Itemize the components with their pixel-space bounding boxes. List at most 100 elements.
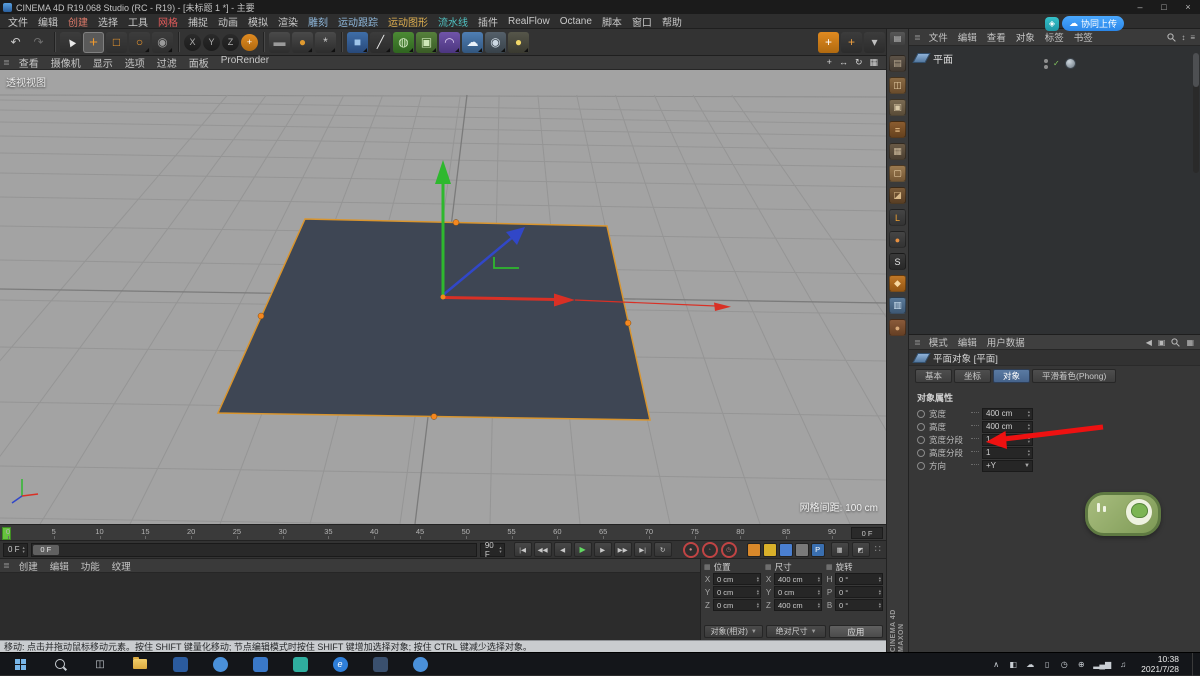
coordinate-field[interactable]: 0 °▴▾: [835, 573, 883, 585]
last-tool-icon[interactable]: ◉: [152, 32, 173, 53]
x-axis-handle[interactable]: [443, 298, 556, 300]
attribute-manager-menu-item[interactable]: 编辑: [953, 335, 982, 349]
material-menu-item[interactable]: 创建: [13, 559, 44, 573]
coordinate-field[interactable]: 0 °▴▾: [835, 586, 883, 598]
taskbar-app-icon-7[interactable]: [400, 653, 440, 676]
viewport-menu-item[interactable]: 查看: [13, 55, 45, 70]
workspace-add-icon[interactable]: +: [818, 32, 839, 53]
enable-check-icon[interactable]: ✓: [1053, 59, 1060, 68]
tray-cloud-icon[interactable]: ☁: [1025, 660, 1035, 669]
sort-icon[interactable]: ↕: [1181, 33, 1185, 42]
coordinate-mode-dropdown[interactable]: 对象(相对)▼: [704, 625, 763, 638]
frame-slider[interactable]: 0 F: [31, 543, 477, 557]
light-icon[interactable]: ●: [508, 32, 529, 53]
spinner-icon[interactable]: ▴▾: [1028, 423, 1030, 430]
task-view-button[interactable]: ◫: [80, 653, 120, 676]
tray-shield-icon[interactable]: ◧: [1008, 660, 1018, 669]
start-frame-field[interactable]: 0 F▴▾: [3, 543, 28, 557]
show-desktop-button[interactable]: [1192, 653, 1198, 676]
object-name[interactable]: 平面: [933, 51, 953, 66]
tab-基本[interactable]: 基本: [915, 369, 952, 383]
spinner-icon[interactable]: ▴▾: [818, 589, 820, 596]
rotate-tool-icon[interactable]: ○: [129, 32, 150, 53]
scale-tool-icon[interactable]: □: [106, 32, 127, 53]
content-browser-icon[interactable]: ▤: [889, 55, 906, 72]
workspace-move-icon[interactable]: +: [841, 32, 862, 53]
file-explorer-button[interactable]: [120, 653, 160, 676]
spline-pen-icon[interactable]: ╱: [370, 32, 391, 53]
goto-end-button[interactable]: ▶|: [634, 542, 652, 557]
coordinate-field[interactable]: 0 cm▴▾: [713, 573, 761, 585]
add-cube-icon[interactable]: ■: [347, 32, 368, 53]
striped-cube-icon[interactable]: ≡: [889, 121, 906, 138]
coordinate-field[interactable]: 400 cm▴▾: [774, 599, 822, 611]
tab-对象[interactable]: 对象: [993, 369, 1030, 383]
object-manager-menu-item[interactable]: 文件: [924, 30, 953, 44]
keyframe-circle-icon[interactable]: [917, 410, 925, 418]
property-field-高度分段[interactable]: 1▴▾: [982, 447, 1033, 459]
menubar-item[interactable]: 编辑: [33, 14, 63, 29]
plane-object[interactable]: [218, 219, 650, 420]
viewport-menu-item[interactable]: ProRender: [215, 55, 275, 70]
upload-button[interactable]: ☁ 协同上传: [1062, 16, 1124, 31]
material-menu-item[interactable]: 编辑: [44, 559, 75, 573]
lock-icon[interactable]: ▣: [1158, 338, 1166, 347]
axis-origin-dot[interactable]: [441, 295, 446, 300]
object-manager-menu-item[interactable]: 编辑: [953, 30, 982, 44]
spinner-icon[interactable]: ▴▾: [1028, 436, 1030, 443]
spinner-icon[interactable]: ▴▾: [1028, 449, 1030, 456]
property-field-宽度分段[interactable]: 1▴▾: [982, 434, 1033, 446]
size-mode-dropdown[interactable]: 绝对尺寸▼: [766, 625, 825, 638]
taskbar-search-button[interactable]: [40, 653, 80, 676]
rotate-view-icon[interactable]: ↻: [855, 57, 863, 68]
attribute-manager-menu-item[interactable]: 模式: [924, 335, 953, 349]
viewport-menu-item[interactable]: 显示: [87, 55, 119, 70]
keyframe-circle-icon[interactable]: [917, 436, 925, 444]
record-rotation-icon[interactable]: [779, 543, 793, 557]
menubar-item[interactable]: 工具: [123, 14, 153, 29]
plane-handle-top[interactable]: [453, 220, 459, 226]
menubar-item[interactable]: 渲染: [273, 14, 303, 29]
timeline-ruler[interactable]: 0 F 051015202530354045505560657075808590: [0, 524, 886, 540]
next-frame-button[interactable]: ▶: [594, 542, 612, 557]
plane-handle-bottom[interactable]: [431, 414, 437, 420]
spinner-icon[interactable]: ▴▾: [1028, 410, 1030, 417]
move-tool-icon[interactable]: +: [83, 32, 104, 53]
viewport-canvas[interactable]: [0, 70, 886, 524]
prev-key-button[interactable]: ◀◀: [534, 542, 552, 557]
menubar-item[interactable]: 脚本: [597, 14, 627, 29]
tray-expand-icon[interactable]: ∧: [991, 660, 1001, 669]
menubar-item[interactable]: Octane: [555, 16, 597, 27]
start-button[interactable]: [0, 653, 40, 676]
object-tree[interactable]: 平面 ✓: [909, 51, 1200, 340]
section-title[interactable]: 对象属性: [909, 386, 1200, 407]
record-parameter-icon[interactable]: [795, 543, 809, 557]
panel-grip-icon[interactable]: ≣: [911, 338, 924, 347]
panel-grip-icon[interactable]: ∷: [873, 544, 883, 555]
tab-坐标[interactable]: 坐标: [954, 369, 991, 383]
clay-pot-icon[interactable]: ●: [889, 319, 906, 336]
tray-clock-icon[interactable]: ◷: [1059, 660, 1069, 669]
coordinate-field[interactable]: 400 cm▴▾: [774, 573, 822, 585]
spinner-icon[interactable]: ▴▾: [879, 576, 881, 583]
toggle-view-icon[interactable]: ▦: [869, 57, 878, 68]
coordinate-field[interactable]: 0 cm▴▾: [713, 586, 761, 598]
undo-icon[interactable]: ↶: [5, 32, 26, 53]
taskbar-app-icon-5[interactable]: e: [320, 653, 360, 676]
paint-jar-icon[interactable]: ◆: [889, 275, 906, 292]
material-menu-item[interactable]: 功能: [75, 559, 106, 573]
spinner-icon[interactable]: ▴▾: [757, 602, 759, 609]
menubar-item[interactable]: 捕捉: [183, 14, 213, 29]
plane-handle-left[interactable]: [258, 313, 264, 319]
coordinate-system-icon[interactable]: +: [241, 34, 258, 51]
record-options-button[interactable]: ◷: [721, 542, 737, 558]
burger-menu-icon[interactable]: ≡: [1190, 33, 1195, 42]
preset-cubes-icon[interactable]: ▣: [889, 99, 906, 116]
menubar-item[interactable]: 运动跟踪: [333, 14, 383, 29]
menubar-item[interactable]: 运动图形: [383, 14, 433, 29]
tab-平滑着色(Phong)[interactable]: 平滑着色(Phong): [1032, 369, 1116, 383]
keyframe-circle-icon[interactable]: [917, 449, 925, 457]
viewport-menu-item[interactable]: 过滤: [151, 55, 183, 70]
panel-grip-icon[interactable]: ≣: [911, 33, 924, 42]
ruler-frame-field[interactable]: 0 F: [851, 527, 883, 539]
